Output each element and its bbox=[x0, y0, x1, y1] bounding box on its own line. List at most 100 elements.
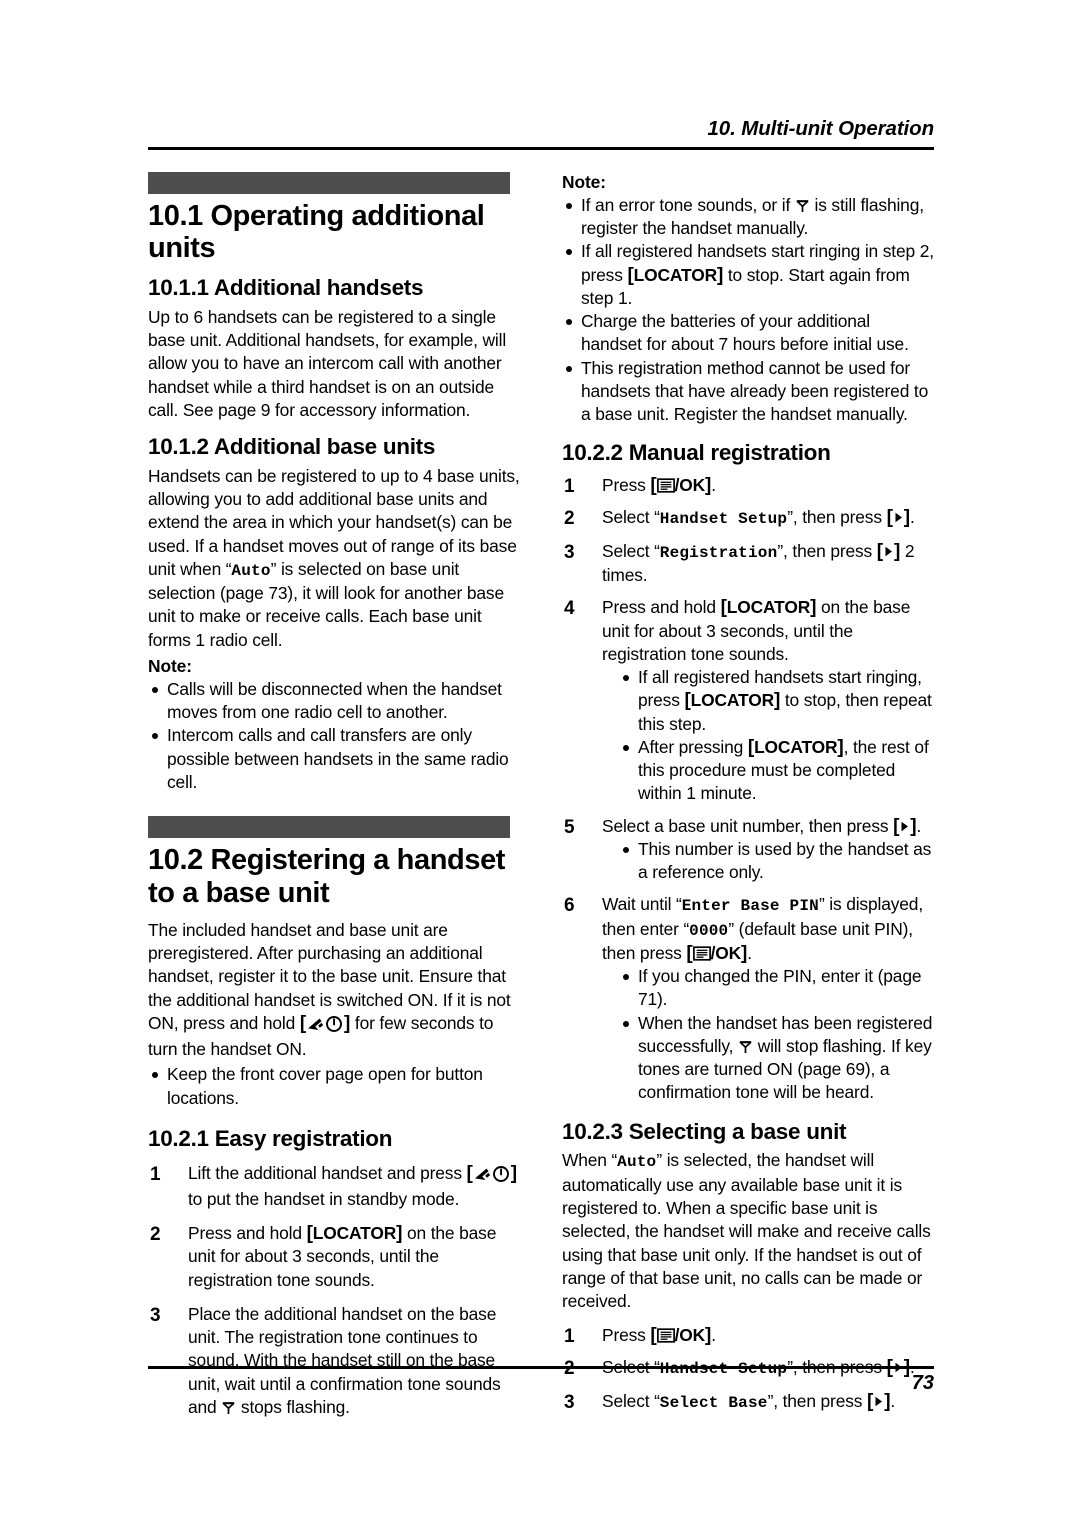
locator-key-label: LOCATOR bbox=[312, 1223, 397, 1244]
menu-ok-key: [/OK] bbox=[686, 942, 748, 964]
left-column: 10.1 Operating additional units 10.1.1 A… bbox=[148, 172, 520, 1419]
note-list-10-2: Keep the front cover page open for butto… bbox=[148, 1063, 520, 1109]
subsection-body-10-1-2: Handsets can be registered to up to 4 ba… bbox=[148, 465, 520, 652]
step-text-part2: . bbox=[711, 1325, 716, 1346]
menu-ok-key: [/OK] bbox=[650, 475, 712, 497]
step-subnote-list: This number is used by the handset as a … bbox=[619, 838, 934, 884]
step-text-part2: to put the handset in standby mode. bbox=[188, 1188, 460, 1209]
step-item: 3 Select “Registration”, then press [] 2 … bbox=[562, 540, 934, 588]
step-subnote-list: If all registered handsets start ringing… bbox=[619, 666, 934, 805]
step-text-part2: stops flashing. bbox=[236, 1396, 350, 1417]
footer-rule bbox=[148, 1366, 934, 1369]
step-number: 5 bbox=[564, 816, 575, 838]
list-item: Intercom calls and call transfers are on… bbox=[148, 724, 520, 794]
right-column: Note: If an error tone sounds, or if is … bbox=[562, 172, 934, 1414]
step-item: 2 Select “Handset Setup”, then press []. bbox=[562, 506, 934, 530]
display-token-pin: 0000 bbox=[689, 921, 729, 940]
step-text-part1: Press bbox=[602, 1325, 651, 1346]
step-text-part2: . bbox=[711, 475, 716, 496]
locator-key: [LOCATOR] bbox=[720, 597, 817, 619]
body-text-part1: When “ bbox=[562, 1150, 618, 1171]
step-text-part1: Press and hold bbox=[188, 1223, 307, 1244]
step-text-part3: . bbox=[909, 507, 915, 528]
list-item: This registration method cannot be used … bbox=[562, 357, 934, 427]
list-item: When the handset has been registered suc… bbox=[619, 1012, 934, 1105]
manual-page: 10. Multi-unit Operation 10.1 Operating … bbox=[0, 0, 1080, 1528]
step-text-part1: Press bbox=[602, 475, 651, 496]
note-label-top: Note: bbox=[562, 172, 606, 192]
subsection-title-10-2-3: 10.2.3 Selecting a base unit bbox=[562, 1118, 847, 1144]
locator-key: [LOCATOR] bbox=[306, 1223, 403, 1245]
right-arrow-key: [] bbox=[893, 815, 917, 837]
section-title-10-1: 10.1 Operating additional units bbox=[148, 200, 485, 265]
list-item: Calls will be disconnected when the hand… bbox=[148, 678, 520, 724]
display-token-auto: Auto bbox=[231, 561, 271, 580]
section-banner-10-2 bbox=[148, 816, 510, 839]
subsection-title-10-1-1: 10.1.1 Additional handsets bbox=[148, 274, 424, 300]
locator-key: [LOCATOR] bbox=[684, 690, 781, 712]
body-text-part2: ” is selected, the handset will automati… bbox=[562, 1150, 931, 1311]
step-text-part4: . bbox=[747, 942, 752, 963]
step-number: 1 bbox=[564, 476, 575, 498]
step-subnote-list: If you changed the PIN, enter it (page 7… bbox=[619, 965, 934, 1104]
page-footer: 73 bbox=[148, 1366, 934, 1395]
step-number: 2 bbox=[564, 508, 575, 530]
step-text-part1: Select “ bbox=[602, 540, 660, 561]
talk-power-icon bbox=[473, 1165, 511, 1188]
menu-ok-key: [/OK] bbox=[650, 1325, 712, 1347]
note-label-10-1-2: Note: bbox=[148, 655, 192, 676]
subsection-title-10-2-2: 10.2.2 Manual registration bbox=[562, 440, 831, 466]
locator-key: [LOCATOR] bbox=[747, 736, 844, 758]
step-text-part1: Lift the additional handset and press bbox=[188, 1162, 467, 1183]
talk-power-key: [] bbox=[300, 1013, 351, 1033]
section-banner-10-1 bbox=[148, 172, 510, 194]
subsection-body-10-2-3: When “Auto” is selected, the handset wil… bbox=[562, 1149, 934, 1313]
step-item: 1 Press [/OK]. bbox=[562, 474, 934, 497]
header-rule bbox=[148, 146, 934, 150]
subsection-title-10-2-1: 10.2.1 Easy registration bbox=[148, 1125, 393, 1151]
step-item: 3 Place the additional handset on the bas… bbox=[148, 1303, 520, 1419]
list-item: Keep the front cover page open for butto… bbox=[148, 1063, 520, 1109]
antenna-icon bbox=[222, 1398, 235, 1414]
list-item: If all registered handsets start ringing… bbox=[619, 666, 934, 736]
locator-key-label: LOCATOR bbox=[754, 736, 838, 757]
step-item: 1 Lift the additional handset and press [… bbox=[148, 1162, 520, 1211]
talk-power-key: [] bbox=[467, 1163, 518, 1183]
page-header: 10. Multi-unit Operation bbox=[148, 117, 934, 150]
step-text-part2: . bbox=[916, 815, 922, 836]
section-body-10-2: The included handset and base unit are p… bbox=[148, 919, 520, 1061]
menu-ok-icon bbox=[656, 1326, 675, 1343]
step-item: 5 Select a base unit number, then press [… bbox=[562, 815, 934, 885]
antenna-icon bbox=[739, 1037, 752, 1053]
right-arrow-key: [] bbox=[876, 540, 901, 562]
step-text-part2: ”, then press bbox=[787, 507, 887, 528]
step-item: 4 Press and hold [LOCATOR] on the base un… bbox=[562, 596, 934, 805]
list-item: If an error tone sounds, or if is still … bbox=[562, 194, 934, 240]
display-token: Registration bbox=[659, 543, 778, 562]
step-text-part2: ”, then press bbox=[777, 540, 877, 561]
note-list-10-1-2: Calls will be disconnected when the hand… bbox=[148, 678, 520, 794]
list-item: This number is used by the handset as a … bbox=[619, 838, 934, 884]
list-item: After pressing [LOCATOR], the rest of th… bbox=[619, 736, 934, 806]
step-number: 4 bbox=[564, 598, 575, 620]
right-arrow-icon bbox=[893, 507, 904, 523]
steps-10-2-2: 1 Press [/OK]. 2 Select “Handset Setup”, t… bbox=[562, 474, 934, 1104]
locator-key-label: LOCATOR bbox=[633, 264, 717, 285]
right-arrow-icon bbox=[899, 816, 910, 831]
display-token-auto: Auto bbox=[617, 1153, 657, 1172]
step-item: 6 Wait until “Enter Base PIN” is displaye… bbox=[562, 893, 934, 1104]
step-number: 2 bbox=[150, 1224, 161, 1246]
step-number: 3 bbox=[564, 541, 575, 563]
locator-key: [LOCATOR] bbox=[627, 264, 724, 286]
step-text-part1: Press and hold bbox=[602, 597, 721, 618]
right-arrow-icon bbox=[883, 541, 894, 557]
list-item: Charge the batteries of your additional … bbox=[562, 310, 934, 356]
subsection-body-10-1-1: Up to 6 handsets can be registered to a … bbox=[148, 306, 507, 420]
list-item: If all registered handsets start ringing… bbox=[562, 240, 934, 310]
step-item: 2 Press and hold [LOCATOR] on the base un… bbox=[148, 1222, 520, 1292]
step-number: 1 bbox=[564, 1326, 575, 1348]
menu-ok-icon bbox=[692, 944, 711, 961]
step-number: 1 bbox=[150, 1163, 161, 1185]
note-text-part1: If an error tone sounds, or if bbox=[581, 195, 795, 215]
menu-ok-icon bbox=[656, 476, 675, 493]
